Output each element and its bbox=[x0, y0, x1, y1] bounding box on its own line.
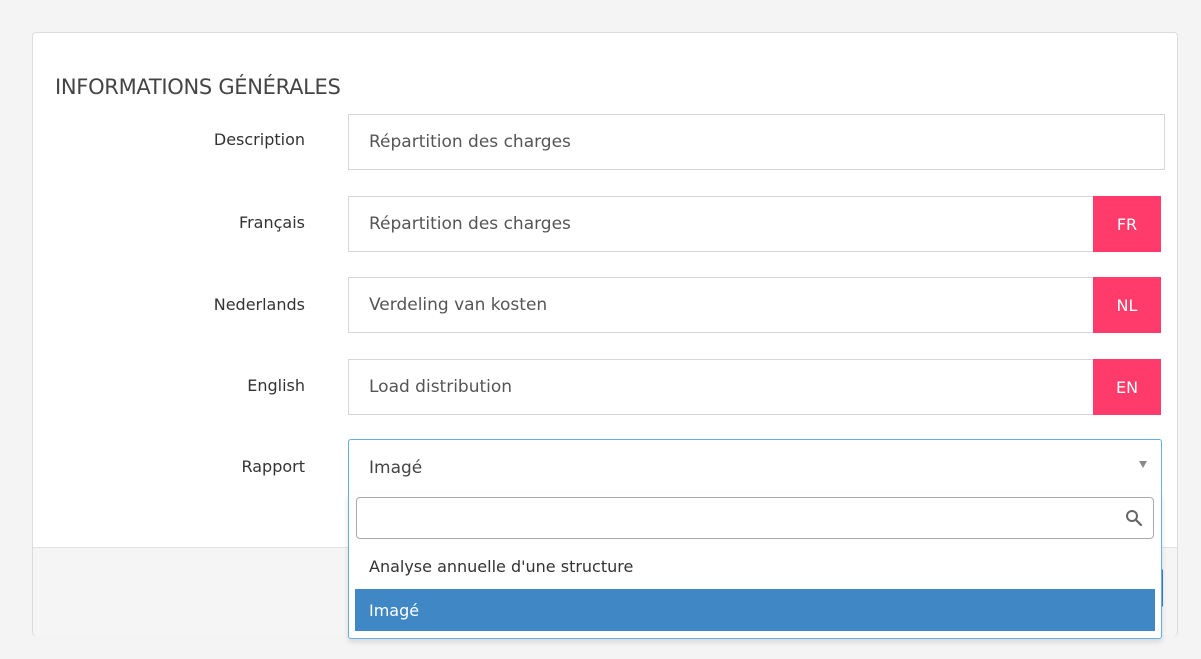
description-value: Répartition des charges bbox=[369, 132, 571, 152]
french-input[interactable]: Répartition des charges bbox=[348, 196, 1093, 252]
language-badge-en: EN bbox=[1093, 359, 1161, 415]
language-badge-fr: FR bbox=[1093, 196, 1161, 252]
dropdown-search-field[interactable] bbox=[356, 497, 1154, 539]
rapport-selected-value: Imagé bbox=[369, 457, 423, 478]
dropdown-option[interactable]: Analyse annuelle d'une structure bbox=[355, 545, 1155, 587]
french-value: Répartition des charges bbox=[369, 214, 571, 234]
rapport-dropdown: Analyse annuelle d'une structure Imagé bbox=[348, 493, 1162, 639]
rapport-select[interactable]: Imagé bbox=[348, 439, 1162, 495]
language-badge-nl: NL bbox=[1093, 277, 1161, 333]
french-label: Français bbox=[239, 213, 305, 232]
dropdown-search-input[interactable] bbox=[365, 498, 1109, 538]
section-title: INFORMATIONS GÉNÉRALES bbox=[55, 75, 341, 99]
dutch-value: Verdeling van kosten bbox=[369, 295, 548, 315]
english-value: Load distribution bbox=[369, 377, 513, 397]
description-label: Description bbox=[213, 130, 305, 149]
english-label: English bbox=[247, 376, 305, 395]
search-icon bbox=[1126, 510, 1143, 527]
english-input[interactable]: Load distribution bbox=[348, 359, 1093, 415]
dropdown-option-selected[interactable]: Imagé bbox=[355, 589, 1155, 631]
dutch-input[interactable]: Verdeling van kosten bbox=[348, 277, 1093, 333]
rapport-label: Rapport bbox=[241, 457, 305, 476]
caret-down-icon bbox=[1139, 461, 1147, 468]
dutch-label: Nederlands bbox=[213, 295, 305, 314]
description-input[interactable]: Répartition des charges bbox=[348, 114, 1165, 170]
general-info-panel: INFORMATIONS GÉNÉRALES Description Répar… bbox=[32, 32, 1178, 639]
